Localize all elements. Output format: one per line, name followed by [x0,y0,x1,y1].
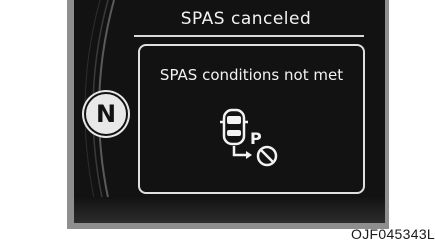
message-box: SPAS conditions not met P [138,44,365,194]
gear-indicator: N [86,94,126,134]
title-divider [134,35,364,37]
svg-text:P: P [250,129,262,148]
cluster-display: N SPAS canceled SPAS conditions not met … [74,0,385,223]
message-text: SPAS conditions not met [159,66,344,84]
popup-title: SPAS canceled [180,9,312,29]
figure-code: OJF045343L [351,226,435,242]
car-parking-prohibited-icon: P [220,108,278,167]
